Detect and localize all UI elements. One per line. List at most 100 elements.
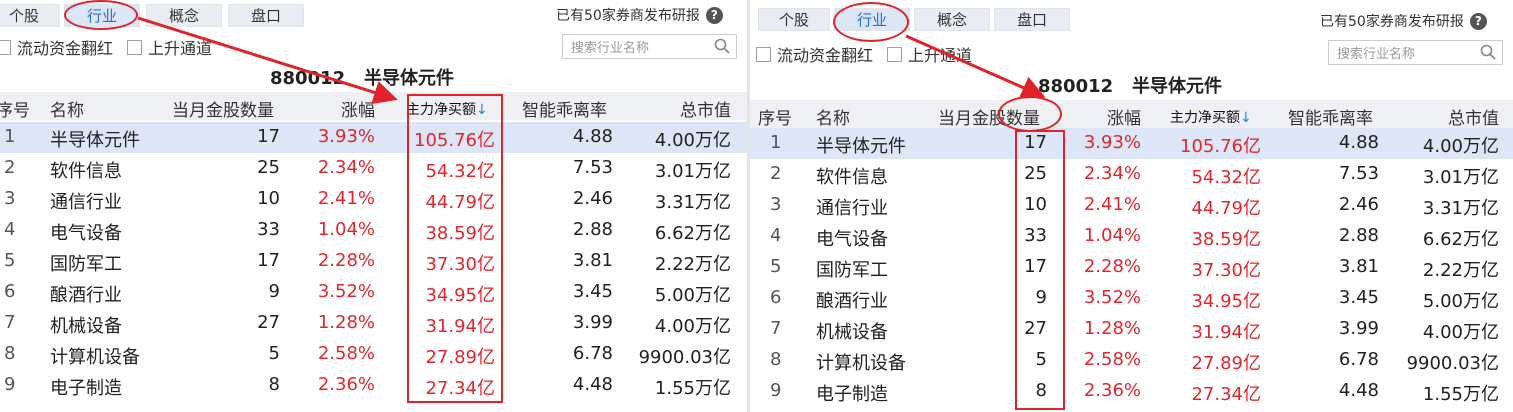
annotation-box-stock-count [1015,130,1065,410]
row-market-cap: 2.22万亿 [654,254,731,275]
col-stock-count[interactable]: 当月金股数量 [172,96,274,121]
row-net-buy: 54.32亿 [1191,167,1261,188]
row-index: 7 [770,318,782,339]
row-net-buy: 27.89亿 [1191,353,1261,374]
table-row[interactable]: 4 电气设备 33 1.04% 38.59亿 2.88 6.62万亿 [0,215,747,246]
col-bias[interactable]: 智能乖离率 [522,96,607,121]
annotation-box-net-buy [407,94,503,403]
row-change: 2.34% [1083,163,1141,184]
row-market-cap: 4.00万亿 [1422,136,1499,157]
tab-handicap[interactable]: 盘口 [228,4,304,27]
tab-stocks[interactable]: 个股 [758,8,830,31]
reports-notice-text: 已有50家券商发布研报 [1320,14,1464,30]
row-market-cap: 4.00万亿 [654,316,731,337]
row-name: 计算机设备 [816,353,906,374]
row-bias: 2.46 [1338,194,1379,215]
row-change: 2.41% [317,188,375,209]
row-index: 6 [4,281,16,302]
row-index: 4 [770,225,782,246]
search-input[interactable]: 搜索行业名称 [562,34,737,59]
table-row[interactable]: 7 机械设备 27 1.28% 31.94亿 3.99 4.00万亿 [750,314,1513,345]
table-row[interactable]: 9 电子制造 8 2.36% 27.34亿 4.48 1.55万亿 [750,376,1513,407]
table-row[interactable]: 7 机械设备 27 1.28% 31.94亿 3.99 4.00万亿 [0,308,747,339]
row-bias: 4.88 [572,126,613,147]
col-index[interactable]: 序号 [0,96,30,121]
table-row[interactable]: 6 酿酒行业 9 3.52% 34.95亿 3.45 5.00万亿 [0,277,747,308]
table-row[interactable]: 9 电子制造 8 2.36% 27.34亿 4.48 1.55万亿 [0,370,747,401]
row-index: 7 [4,312,16,333]
help-icon[interactable]: ? [1469,12,1487,30]
table-row[interactable]: 1 半导体元件 17 3.93% 105.76亿 4.88 4.00万亿 [0,122,747,153]
row-market-cap: 5.00万亿 [654,285,731,306]
row-change: 2.36% [1083,380,1141,401]
table-row[interactable]: 8 计算机设备 5 2.58% 27.89亿 6.78 9900.03亿 [0,339,747,370]
sector-name: 半导体元件 [363,68,454,89]
col-market-cap[interactable]: 总市值 [680,96,731,121]
col-name[interactable]: 名称 [816,104,850,129]
row-name: 电气设备 [816,229,888,250]
row-name: 半导体元件 [50,130,140,151]
table-row[interactable]: 5 国防军工 17 2.28% 37.30亿 3.81 2.22万亿 [0,246,747,277]
row-stock-count: 17 [257,250,280,271]
filter-checkbox-capital[interactable] [0,39,11,55]
row-stock-count: 17 [257,126,280,147]
row-name: 计算机设备 [50,347,140,368]
row-index: 1 [4,126,16,147]
search-icon[interactable] [1480,44,1496,60]
left-panel: 个股 行业 概念 盘口 已有50家券商发布研报 ? 流动资金翻红 上升通道 搜索… [0,0,747,412]
row-index: 2 [770,163,782,184]
row-index: 6 [770,287,782,308]
row-stock-count: 25 [257,157,280,178]
search-icon[interactable] [714,38,730,54]
table-row[interactable]: 1 半导体元件 17 3.93% 105.76亿 4.88 4.00万亿 [750,128,1513,159]
col-change[interactable]: 涨幅 [1107,104,1141,129]
col-change[interactable]: 涨幅 [341,96,375,121]
filter-label-uptrend: 上升通道 [148,39,213,58]
col-name[interactable]: 名称 [50,96,84,121]
table-row[interactable]: 6 酿酒行业 9 3.52% 34.95亿 3.45 5.00万亿 [750,283,1513,314]
col-bias[interactable]: 智能乖离率 [1288,104,1373,129]
tab-handicap[interactable]: 盘口 [994,8,1070,31]
row-net-buy: 37.30亿 [1191,260,1261,281]
row-name: 电气设备 [50,223,122,244]
sector-title: 880012 半导体元件 [1038,72,1222,98]
col-market-cap[interactable]: 总市值 [1448,104,1499,129]
tab-stocks[interactable]: 个股 [0,4,60,27]
table-row[interactable]: 8 计算机设备 5 2.58% 27.89亿 6.78 9900.03亿 [750,345,1513,376]
row-bias: 3.81 [1338,256,1379,277]
tab-concept[interactable]: 概念 [914,8,990,31]
filter-checkbox-capital[interactable] [756,46,771,62]
row-net-buy: 27.34亿 [1191,384,1261,405]
row-market-cap: 3.31万亿 [1422,198,1499,219]
col-index[interactable]: 序号 [758,104,792,129]
table-row[interactable]: 3 通信行业 10 2.41% 44.79亿 2.46 3.31万亿 [750,190,1513,221]
table-row[interactable]: 4 电气设备 33 1.04% 38.59亿 2.88 6.62万亿 [750,221,1513,252]
row-net-buy: 31.94亿 [1191,322,1261,343]
help-icon[interactable]: ? [705,6,723,24]
col-net-buy[interactable]: 主力净买额↓ [1170,107,1252,127]
reports-notice[interactable]: 已有50家券商发布研报 ? [1320,11,1487,31]
table-row[interactable]: 2 软件信息 25 2.34% 54.32亿 7.53 3.01万亿 [0,153,747,184]
row-name: 电子制造 [50,378,122,399]
reports-notice[interactable]: 已有50家券商发布研报 ? [556,5,723,25]
tab-concept[interactable]: 概念 [146,4,222,27]
row-change: 3.52% [1083,287,1141,308]
row-index: 9 [770,380,782,401]
filter-checkbox-uptrend[interactable] [887,46,903,62]
table-row[interactable]: 3 通信行业 10 2.41% 44.79亿 2.46 3.31万亿 [0,184,747,215]
filter-checkbox-uptrend[interactable] [127,39,143,55]
row-index: 3 [4,188,16,209]
row-bias: 4.48 [572,374,613,395]
row-change: 2.28% [317,250,375,271]
filter-label-capital: 流动资金翻红 [17,39,114,58]
row-market-cap: 6.62万亿 [654,223,731,244]
row-bias: 4.88 [1338,132,1379,153]
table-row[interactable]: 5 国防军工 17 2.28% 37.30亿 3.81 2.22万亿 [750,252,1513,283]
search-input[interactable]: 搜索行业名称 [1328,40,1503,65]
row-stock-count: 8 [268,374,280,395]
table-row[interactable]: 2 软件信息 25 2.34% 54.32亿 7.53 3.01万亿 [750,159,1513,190]
row-net-buy: 38.59亿 [1191,229,1261,250]
row-stock-count: 10 [257,188,280,209]
sector-title: 880012 半导体元件 [270,64,454,90]
row-index: 3 [770,194,782,215]
